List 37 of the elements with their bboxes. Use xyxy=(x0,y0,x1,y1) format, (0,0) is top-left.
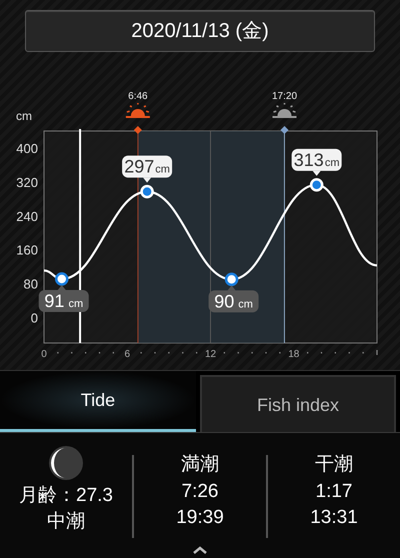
column-heading: 満潮 xyxy=(181,453,219,477)
tab[interactable]: Tide xyxy=(0,371,196,432)
tide-time: 13:31 xyxy=(310,506,358,530)
tide-point xyxy=(310,178,324,192)
tide-point xyxy=(224,272,238,286)
x-tick-label: 6 xyxy=(124,349,130,360)
tide-time: 7:26 xyxy=(182,480,218,504)
x-tick-label: 18 xyxy=(288,349,300,360)
x-tick-label: 0 xyxy=(41,349,47,360)
moon-age: 月齢：27.3 xyxy=(19,484,113,508)
tide-time: 19:39 xyxy=(176,506,224,530)
time-label: 17:20 xyxy=(272,91,298,102)
time-label: 6:46 xyxy=(128,91,148,102)
tide-point xyxy=(55,272,68,286)
y-tick-label: 240 xyxy=(16,208,38,224)
column-heading: 干潮 xyxy=(315,453,353,477)
y-tick-label: 400 xyxy=(16,140,38,156)
x-tick-label: 12 xyxy=(204,349,216,360)
value-callout: 297cm xyxy=(122,156,172,183)
sunrise-icon xyxy=(126,103,150,118)
diamond-icon xyxy=(134,126,142,134)
sunset-icon xyxy=(272,103,296,118)
y-tick-label: 160 xyxy=(16,242,38,258)
value-callout: 90 cm xyxy=(208,285,259,312)
tide-point xyxy=(140,184,154,198)
value-callout: 313cm xyxy=(292,148,342,176)
y-tick-label: 320 xyxy=(16,174,38,190)
y-tick-label: 0 xyxy=(30,310,38,326)
tide-type: 中潮 xyxy=(47,510,85,534)
moon-icon xyxy=(48,445,84,481)
tide-time: 1:17 xyxy=(316,480,352,504)
diamond-icon xyxy=(280,126,288,134)
date-button[interactable]: 2020/11/13 (金) xyxy=(25,10,375,52)
unit-label: cm xyxy=(16,109,32,123)
value-callout: 91 cm xyxy=(38,284,89,312)
caret-up-icon[interactable] xyxy=(192,546,208,554)
y-tick-label: 80 xyxy=(24,276,38,292)
